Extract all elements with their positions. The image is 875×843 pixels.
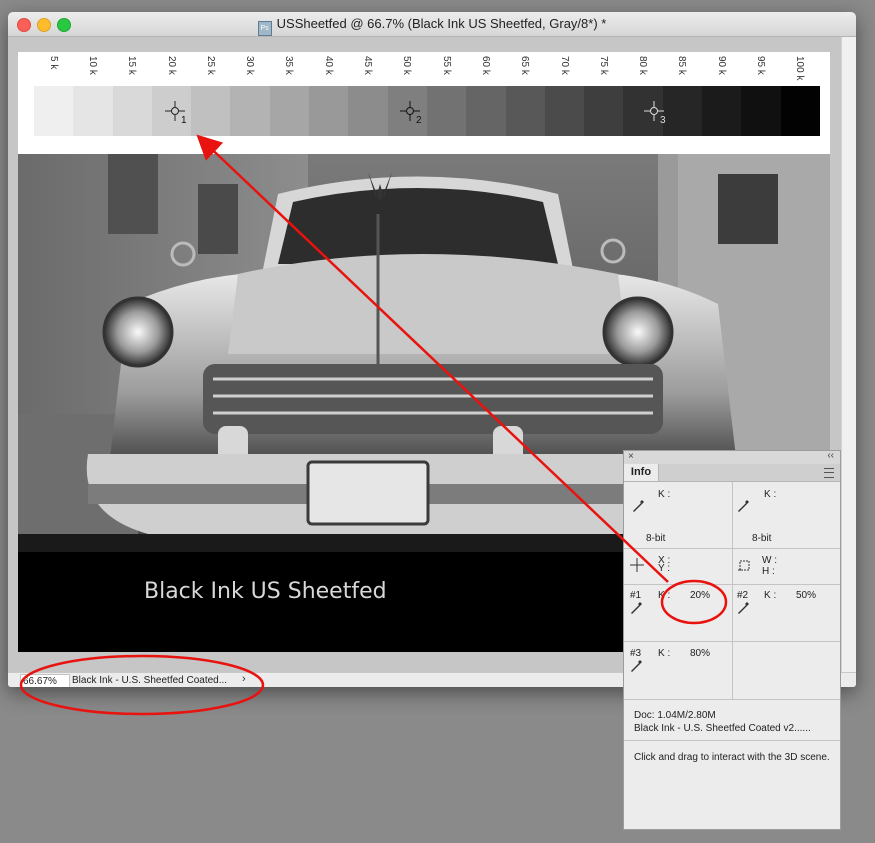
- gray-swatch: [662, 86, 703, 136]
- ruler-tick-label: 65 k: [519, 56, 531, 75]
- ruler-tick-label: 55 k: [440, 56, 452, 75]
- sampler-2-k-label: K :: [764, 590, 777, 601]
- window-title: USSheetfed @ 66.7% (Black Ink US Sheetfe…: [276, 16, 607, 31]
- ruler-tick-label: 50 k: [401, 56, 413, 75]
- gray-swatch: [269, 86, 310, 136]
- w-label: W :: [762, 555, 777, 566]
- sampler-3-value: 80%: [690, 648, 711, 659]
- readout-left-bit-depth: 8-bit: [646, 533, 666, 544]
- selection-size-icon: [738, 560, 750, 571]
- zoom-field[interactable]: 66.67%: [20, 674, 70, 687]
- sampler-1-value: 20%: [690, 590, 711, 601]
- info-tab-row: Info: [624, 464, 840, 482]
- gray-swatch: [702, 86, 742, 136]
- gray-swatch: [309, 86, 349, 136]
- readout-right-bit-depth: 8-bit: [752, 533, 772, 544]
- gray-swatch: [348, 86, 388, 136]
- ruler-tick-label: 25 k: [204, 56, 216, 75]
- banner-text: Black Ink US Sheetfed: [144, 579, 387, 604]
- panel-hint-text: Click and drag to interact with the 3D s…: [634, 752, 830, 763]
- sampler-3-eyedropper-icon[interactable]: [631, 659, 643, 673]
- gray-swatch: [584, 86, 624, 136]
- gray-swatch: [191, 86, 231, 136]
- gray-swatch: [544, 86, 585, 136]
- status-menu-chevron-icon[interactable]: ›: [242, 673, 246, 685]
- doc-size: Doc: 1.04M/2.80M: [634, 710, 716, 721]
- gray-swatch: [112, 86, 152, 136]
- gray-swatch: [34, 86, 74, 136]
- tab-info[interactable]: Info: [624, 464, 659, 481]
- divider: [624, 699, 840, 700]
- ruler-tick-label: 95 k: [755, 56, 767, 75]
- gray-swatch: [466, 86, 506, 136]
- ruler-tick-label: 30 k: [244, 56, 256, 75]
- window-title-wrap: Ps USSheetfed @ 66.7% (Black Ink US Sheet…: [8, 16, 856, 36]
- sampler-3-k-label: K :: [658, 648, 671, 659]
- gray-swatch: [780, 86, 820, 136]
- vertical-scrollbar[interactable]: [841, 37, 856, 672]
- divider: [624, 641, 840, 642]
- sampler-3-label: 3: [660, 115, 666, 126]
- gray-swatch: [73, 86, 113, 136]
- sampler-1-label: 1: [181, 115, 187, 126]
- ruler-tick-label: 5 k: [47, 56, 59, 70]
- title-bar[interactable]: Ps USSheetfed @ 66.7% (Black Ink US Sheet…: [8, 12, 856, 37]
- ruler-tick-label: 90 k: [715, 56, 727, 75]
- collapse-panel-icon[interactable]: ‹‹: [827, 450, 834, 461]
- sampler-2-eyedropper-icon[interactable]: [738, 601, 750, 615]
- sampler-1-k-label: K :: [658, 590, 671, 601]
- crosshair-position-icon: [630, 558, 644, 572]
- ruler-tick-label: 45 k: [362, 56, 374, 75]
- h-label: H :: [762, 566, 775, 577]
- readout-left-k-label: K :: [658, 489, 671, 500]
- close-panel-icon[interactable]: ×: [628, 451, 634, 462]
- info-panel: × ‹‹ Info K : 8-bit K : 8-bit X : Y : W …: [623, 450, 841, 830]
- document-profile-info[interactable]: Black Ink - U.S. Sheetfed Coated...: [72, 674, 227, 687]
- divider: [624, 548, 840, 549]
- eyedropper-icon[interactable]: [738, 499, 750, 513]
- sampler-3-id: #3: [630, 648, 642, 659]
- info-panel-header[interactable]: × ‹‹: [624, 450, 840, 464]
- ruler-tick-label: 75 k: [597, 56, 609, 75]
- ruler-tick-label: 10 k: [86, 56, 98, 75]
- sampler-2-label: 2: [416, 115, 422, 126]
- y-label: Y :: [658, 563, 671, 574]
- sampler-2-id: #2: [737, 590, 749, 601]
- readout-right-k-label: K :: [764, 489, 777, 500]
- gray-swatch: [426, 86, 467, 136]
- ruler-tick-label: 40 k: [322, 56, 334, 75]
- ruler-tick-label: 85 k: [676, 56, 688, 75]
- divider: [624, 584, 840, 585]
- doc-profile: Black Ink - U.S. Sheetfed Coated v2.....…: [634, 723, 811, 734]
- eyedropper-icon[interactable]: [633, 499, 645, 513]
- sampler-1-eyedropper-icon[interactable]: [631, 601, 643, 615]
- panel-menu-icon[interactable]: [824, 468, 834, 478]
- gray-step-wedge: [34, 86, 820, 136]
- gray-swatch: [505, 86, 545, 136]
- ruler-tick-label: 80 k: [637, 56, 649, 75]
- gray-swatch: [741, 86, 781, 136]
- divider-vertical: [732, 482, 733, 699]
- ruler-tick-label: 60 k: [479, 56, 491, 75]
- sampler-1-id: #1: [630, 590, 642, 601]
- ruler-tick-label: 20 k: [165, 56, 177, 75]
- gray-swatch: [230, 86, 270, 136]
- divider: [624, 740, 840, 741]
- sampler-2-value: 50%: [796, 590, 817, 601]
- ruler-tick-label: 70 k: [558, 56, 570, 75]
- ink-scale-ruler: 5 k 10 k 15 k 20 k 25 k 30 k 35 k 40 k 45 k 50 k 5…: [34, 52, 820, 82]
- ruler-tick-label: 35 k: [283, 56, 295, 75]
- photoshop-document-icon: Ps: [257, 21, 272, 36]
- ruler-tick-label: 100 k: [794, 56, 806, 81]
- ruler-tick-label: 15 k: [126, 56, 138, 75]
